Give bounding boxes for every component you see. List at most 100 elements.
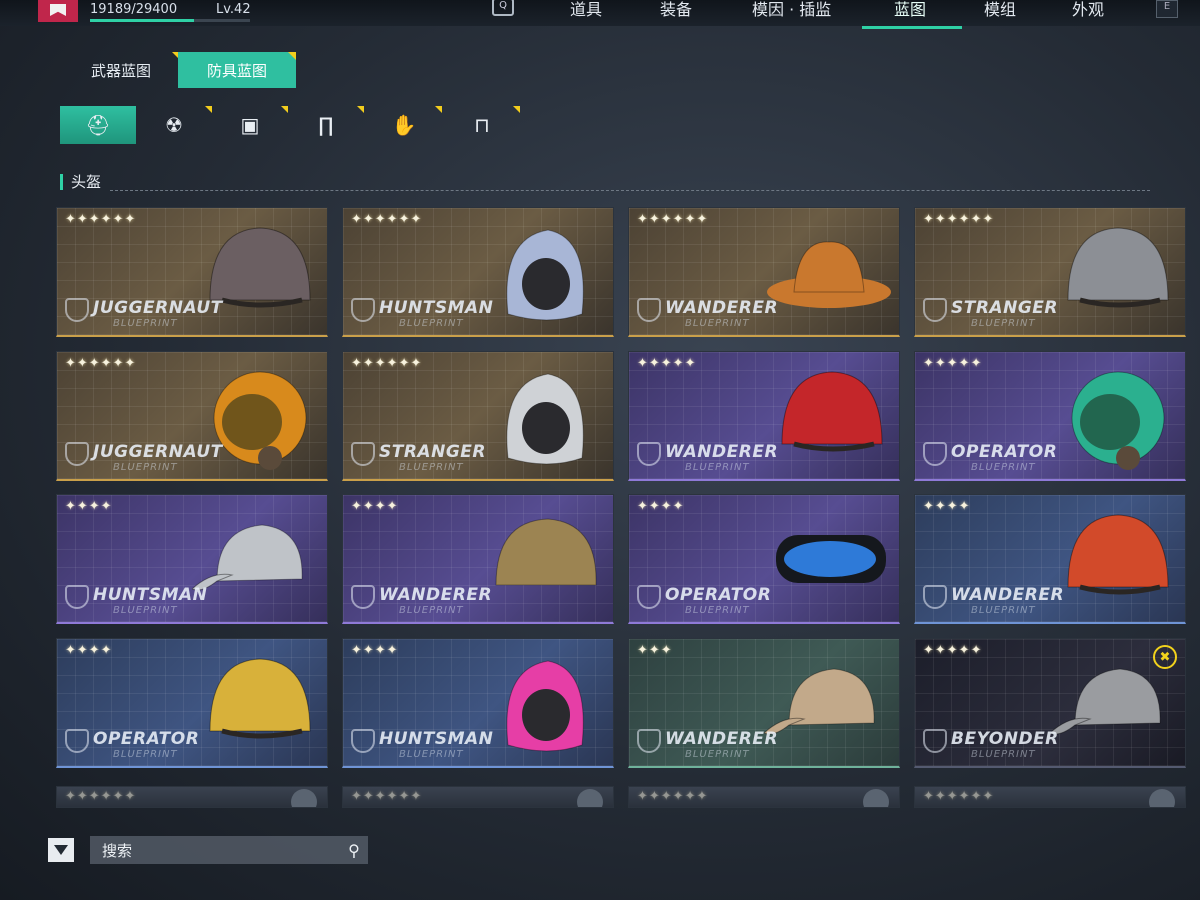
blueprint-label: BLUEPRINT [971,462,1036,473]
category-vest[interactable]: ▣ [212,106,288,144]
helmet-icon [506,229,584,321]
helmet-icon [192,524,303,591]
category-helmet[interactable]: ⛑ [60,106,136,144]
tab-label: 武器蓝图 [90,61,151,80]
new-indicator-icon [281,106,288,113]
status-icon [1149,789,1175,807]
nav-prev-key-icon[interactable]: Q [492,0,514,16]
category-mask[interactable]: ☢ [136,106,212,144]
brand-emblem-icon [923,442,947,466]
nav-tab-appearance[interactable]: 外观 [1072,0,1104,22]
blueprint-card[interactable]: ✦✦✦✦✦✦ STRANGER BLUEPRINT [342,351,614,481]
section-divider [110,190,1150,191]
active-nav-indicator [862,26,962,29]
status-icon [863,789,889,807]
nav-tab-mods[interactable]: 模组 [984,0,1016,22]
brand-name: WANDERER [665,729,779,749]
nav-next-key-icon[interactable]: E [1156,0,1178,18]
blueprint-card[interactable]: ✦✦✦✦✦ BEYONDER BLUEPRINT ✖ [914,638,1186,768]
brand-emblem-icon [65,729,89,753]
helmet-icon [1067,514,1169,595]
brand-emblem-icon [351,585,375,609]
filter-button[interactable] [48,838,74,862]
blueprint-card-partial[interactable]: ✦✦✦✦✦✦ [628,786,900,808]
blueprint-card[interactable]: ✦✦✦✦ OPERATOR BLUEPRINT [628,494,900,624]
blueprint-label: BLUEPRINT [685,462,750,473]
rarity-stars: ✦✦✦✦✦✦ [65,212,137,227]
blueprint-label: BLUEPRINT [113,318,178,329]
blueprint-card[interactable]: ✦✦✦✦✦✦ JUGGERNAUT BLUEPRINT [56,207,328,337]
rarity-stars: ✦✦✦✦ [637,499,685,514]
brand-name: HUNTSMAN [93,585,208,605]
special-badge-icon: ✖ [1153,645,1177,669]
search-input[interactable]: 搜索 ⚲ [90,836,368,864]
category-gloves[interactable]: ✋ [366,106,442,144]
nav-tab-memes[interactable]: 模因 · 插监 [752,0,831,22]
brand-name: WANDERER [665,298,779,318]
brand-name: BEYONDER [951,729,1059,749]
helmet-icon: ⛑ [85,113,111,137]
blueprint-label: BLUEPRINT [685,605,750,616]
new-indicator-icon [288,52,296,60]
blueprint-label: BLUEPRINT [399,605,464,616]
blueprint-card[interactable]: ✦✦✦✦ WANDERER BLUEPRINT [914,494,1186,624]
category-boots[interactable]: ⊓ [444,106,520,144]
nav-tab-equipment[interactable]: 装备 [660,0,692,22]
rarity-stars: ✦✦✦✦ [351,643,399,658]
rarity-stars: ✦✦✦✦✦✦ [351,789,423,804]
blueprint-card[interactable]: ✦✦✦✦✦✦ WANDERER BLUEPRINT [628,207,900,337]
blueprint-card[interactable]: ✦✦✦✦✦ WANDERER BLUEPRINT [628,351,900,481]
brand-name: WANDERER [665,442,779,462]
blueprint-card[interactable]: ✦✦✦✦✦✦ JUGGERNAUT BLUEPRINT [56,351,328,481]
rarity-stars: ✦✦✦✦✦✦ [65,789,137,804]
blueprint-label: BLUEPRINT [685,318,750,329]
new-indicator-icon [357,106,364,113]
blueprint-card[interactable]: ✦✦✦✦✦✦ STRANGER BLUEPRINT [914,207,1186,337]
brand-emblem-icon [637,729,661,753]
brand-emblem-icon [637,442,661,466]
rarity-stars: ✦✦✦✦ [923,499,971,514]
blueprint-card[interactable]: ✦✦✦✦ HUNTSMAN BLUEPRINT [56,494,328,624]
category-pants[interactable]: ∏ [288,106,364,144]
rarity-stars: ✦✦✦✦✦✦ [923,789,995,804]
helmet-icon [764,668,875,735]
helmet-icon [506,373,584,465]
brand-emblem-icon [637,585,661,609]
blueprint-card[interactable]: ✦✦✦✦ WANDERER BLUEPRINT [342,494,614,624]
boots-icon: ⊓ [474,113,490,137]
blueprint-label: BLUEPRINT [399,462,464,473]
blueprint-card[interactable]: ✦✦✦ WANDERER BLUEPRINT [628,638,900,768]
brand-name: JUGGERNAUT [93,298,223,318]
blueprint-card[interactable]: ✦✦✦✦✦ OPERATOR BLUEPRINT [914,351,1186,481]
rarity-stars: ✦✦✦✦ [65,643,113,658]
section-title: 头盔 [60,174,101,190]
blueprint-card[interactable]: ✦✦✦✦ HUNTSMAN BLUEPRINT [342,638,614,768]
search-placeholder: 搜索 [102,841,133,860]
rank-badge-icon [38,0,78,22]
blueprint-card-partial[interactable]: ✦✦✦✦✦✦ [342,786,614,808]
blueprint-label: BLUEPRINT [685,749,750,760]
new-indicator-icon [435,106,442,113]
helmet-icon [506,660,584,752]
blueprint-label: BLUEPRINT [399,318,464,329]
blueprint-card[interactable]: ✦✦✦✦ OPERATOR BLUEPRINT [56,638,328,768]
nav-tab-items[interactable]: 道具 [570,0,602,22]
player-level: Lv.42 [216,2,251,17]
brand-name: WANDERER [951,585,1065,605]
status-icon [577,789,603,807]
brand-name: OPERATOR [665,585,772,605]
search-icon[interactable]: ⚲ [340,841,368,860]
tab-weapon-blueprints[interactable]: 武器蓝图 [62,52,180,88]
nav-tab-blueprints[interactable]: 蓝图 [894,0,926,22]
brand-emblem-icon [65,298,89,322]
status-icon [291,789,317,807]
tab-armor-blueprints[interactable]: 防具蓝图 [178,52,296,88]
rarity-stars: ✦✦✦✦✦✦ [637,789,709,804]
blueprint-card-partial[interactable]: ✦✦✦✦✦✦ [914,786,1186,808]
brand-name: STRANGER [951,298,1058,318]
top-bar: 19189/29400 Lv.42 Q 道具 装备 模因 · 插监 蓝图 模组 … [0,0,1200,26]
xp-progress-bar [90,19,250,22]
xp-progress-fill [90,19,195,22]
blueprint-card-partial[interactable]: ✦✦✦✦✦✦ [56,786,328,808]
blueprint-card[interactable]: ✦✦✦✦✦✦ HUNTSMAN BLUEPRINT [342,207,614,337]
